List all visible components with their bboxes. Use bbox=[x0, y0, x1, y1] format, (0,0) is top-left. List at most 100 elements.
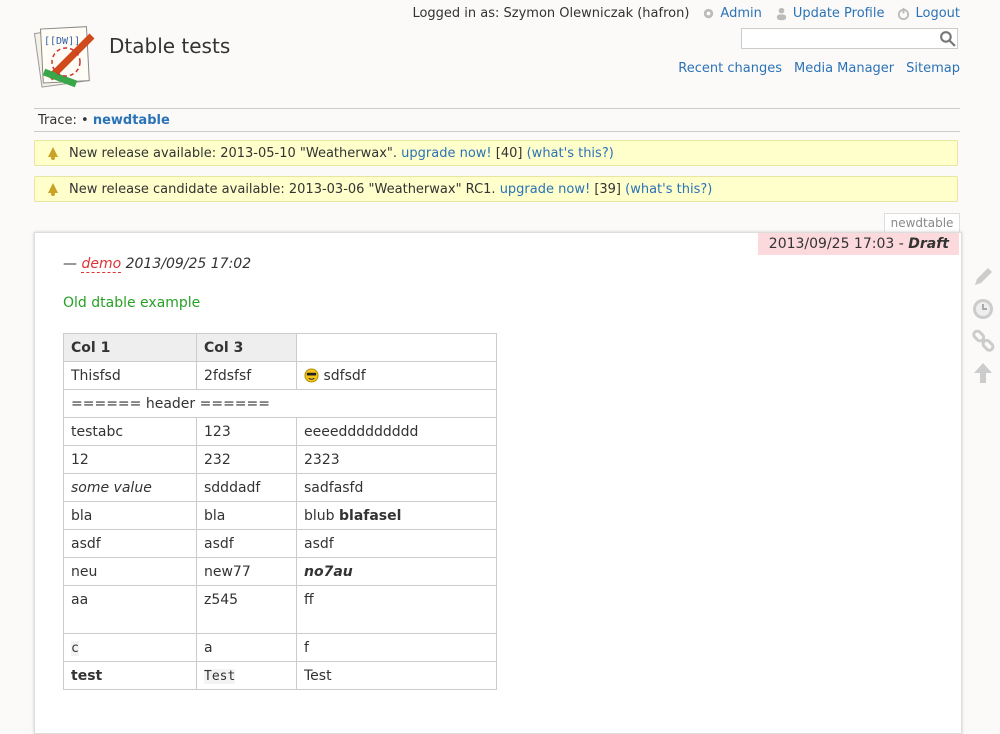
table-cell: sdddadf bbox=[196, 473, 297, 502]
table-header-cell: Col 3 bbox=[196, 333, 297, 362]
table-row: Col 1 Col 3 bbox=[63, 333, 497, 362]
table-cell: ff bbox=[296, 585, 497, 634]
table-cell: eeeeddddddddd bbox=[296, 417, 497, 446]
logout-label: Logout bbox=[915, 6, 960, 21]
table-header-cell: Col 1 bbox=[63, 333, 197, 362]
page-id-tab: newdtable bbox=[884, 213, 960, 233]
old-revisions-clock-icon[interactable] bbox=[970, 296, 996, 322]
whats-this-link[interactable]: (what's this?) bbox=[527, 146, 614, 161]
cell-text: sdfsdf bbox=[323, 367, 366, 384]
media-manager-link[interactable]: Media Manager bbox=[794, 61, 894, 76]
table-cell: test bbox=[63, 661, 197, 690]
cell-text: blub bbox=[304, 507, 335, 524]
draft-label: Draft bbox=[908, 236, 949, 252]
sig-dash: — bbox=[63, 256, 77, 272]
user-bar: Logged in as: Szymon Olewniczak (hafron)… bbox=[412, 6, 960, 21]
table-row[interactable]: Thisfsd 2fdsfsf sdfsdf bbox=[63, 361, 497, 390]
table-cell: no7au bbox=[296, 557, 497, 586]
admin-link[interactable]: Admin bbox=[701, 6, 762, 21]
draft-date: 2013/09/25 17:03 - bbox=[768, 236, 904, 252]
notice-text: New release available: 2013-05-10 "Weath… bbox=[69, 145, 398, 161]
backlinks-chain-icon[interactable] bbox=[970, 328, 996, 354]
upgrade-link[interactable]: upgrade now! bbox=[500, 182, 590, 197]
table-cell: Test bbox=[296, 661, 497, 690]
notice-number: [40] bbox=[495, 145, 523, 161]
edit-pencil-icon[interactable] bbox=[970, 264, 996, 290]
table-cell: Test bbox=[196, 661, 297, 690]
bell-icon bbox=[48, 183, 58, 196]
section-heading: Old dtable example bbox=[63, 295, 201, 311]
search-icon[interactable] bbox=[939, 30, 956, 47]
draft-indicator: 2013/09/25 17:03 - Draft bbox=[758, 233, 959, 255]
table-row[interactable]: asdf asdf asdf bbox=[63, 529, 497, 558]
recent-changes-link[interactable]: Recent changes bbox=[678, 61, 782, 76]
table-row[interactable]: c a f bbox=[63, 633, 497, 662]
table-cell: new77 bbox=[196, 557, 297, 586]
cell-code: c bbox=[71, 640, 79, 656]
table-cell: z545 bbox=[196, 585, 297, 634]
table-row[interactable]: ====== header ====== bbox=[63, 389, 497, 418]
trace-label: Trace: bbox=[38, 113, 77, 128]
table-cell: testabc bbox=[63, 417, 197, 446]
table-cell: sdfsdf bbox=[296, 361, 497, 390]
logout-link[interactable]: Logout bbox=[896, 6, 960, 21]
table-cell: 123 bbox=[196, 417, 297, 446]
trace-bullet: • bbox=[81, 113, 89, 128]
table-row[interactable]: testabc 123 eeeeddddddddd bbox=[63, 417, 497, 446]
sig-date: 2013/09/25 17:02 bbox=[125, 256, 252, 272]
breadcrumb-newdtable[interactable]: newdtable bbox=[93, 113, 170, 128]
bell-icon bbox=[48, 147, 58, 160]
table-cell: asdf bbox=[63, 529, 197, 558]
power-icon bbox=[898, 7, 910, 21]
search-input[interactable] bbox=[741, 28, 958, 49]
divider bbox=[34, 108, 960, 109]
table-cell: 2fdsfsf bbox=[196, 361, 297, 390]
site-title[interactable]: Dtable tests bbox=[109, 34, 230, 58]
user-link-demo[interactable]: demo bbox=[81, 256, 122, 273]
signature: — demo 2013/09/25 17:02 bbox=[63, 256, 252, 273]
user-icon bbox=[776, 7, 787, 21]
table-row[interactable]: some value sdddadf sadfasfd bbox=[63, 473, 497, 502]
table-cell: sadfasfd bbox=[296, 473, 497, 502]
table-cell: neu bbox=[63, 557, 197, 586]
release-candidate-notice: New release candidate available: 2013-03… bbox=[34, 176, 958, 202]
dtable: Col 1 Col 3 Thisfsd 2fdsfsf sdfsdf =====… bbox=[63, 333, 497, 690]
release-notice: New release available: 2013-05-10 "Weath… bbox=[34, 140, 958, 166]
cool-smiley-icon bbox=[304, 367, 319, 383]
table-row[interactable]: aa z545 ff bbox=[63, 585, 497, 634]
table-cell-header-row: ====== header ====== bbox=[63, 389, 497, 418]
top-nav: Recent changes Media Manager Sitemap bbox=[678, 61, 960, 76]
table-cell: asdf bbox=[296, 529, 497, 558]
table-row[interactable]: neu new77 no7au bbox=[63, 557, 497, 586]
cell-code: Test bbox=[204, 668, 236, 684]
whats-this-link[interactable]: (what's this?) bbox=[625, 182, 712, 197]
breadcrumb: Trace: • newdtable bbox=[38, 113, 170, 128]
notice-text: New release candidate available: 2013-03… bbox=[69, 181, 496, 197]
back-to-top-arrow-icon[interactable] bbox=[970, 360, 996, 386]
table-cell: bla bbox=[63, 501, 197, 530]
upgrade-link[interactable]: upgrade now! bbox=[401, 146, 491, 161]
dokuwiki-logo[interactable]: [[DW]] bbox=[32, 22, 100, 90]
logo-text: [[DW]] bbox=[44, 36, 80, 47]
table-cell: bla bbox=[196, 501, 297, 530]
sitemap-link[interactable]: Sitemap bbox=[906, 61, 960, 76]
table-cell: 232 bbox=[196, 445, 297, 474]
logged-in-user: Logged in as: Szymon Olewniczak (hafron) bbox=[412, 6, 690, 21]
table-header-cell-empty bbox=[296, 333, 497, 362]
table-cell: 2323 bbox=[296, 445, 497, 474]
admin-label: Admin bbox=[720, 6, 762, 21]
table-cell: some value bbox=[63, 473, 197, 502]
table-cell: f bbox=[296, 633, 497, 662]
update-profile-label: Update Profile bbox=[792, 6, 885, 21]
table-cell: asdf bbox=[196, 529, 297, 558]
table-cell: 12 bbox=[63, 445, 197, 474]
table-cell: aa bbox=[63, 585, 197, 634]
table-row[interactable]: bla bla blub blafasel bbox=[63, 501, 497, 530]
table-cell: blub blafasel bbox=[296, 501, 497, 530]
table-row[interactable]: test Test Test bbox=[63, 661, 497, 690]
gear-icon bbox=[704, 8, 714, 19]
table-row[interactable]: 12 232 2323 bbox=[63, 445, 497, 474]
update-profile-link[interactable]: Update Profile bbox=[774, 6, 885, 21]
cell-text-bold: blafasel bbox=[339, 507, 402, 524]
table-cell: c bbox=[63, 633, 197, 662]
